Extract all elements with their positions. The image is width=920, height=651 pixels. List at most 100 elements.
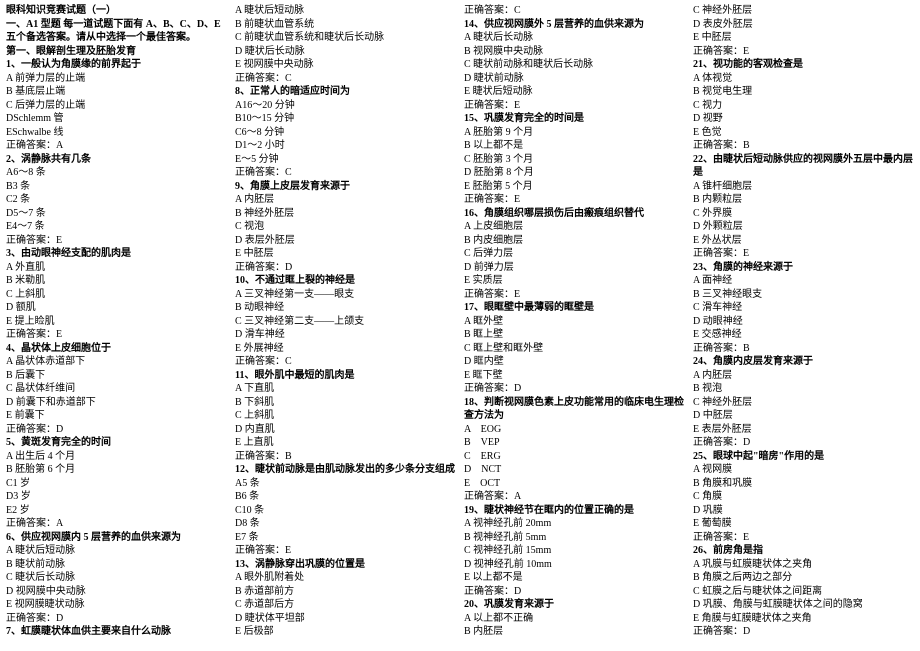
option-or-answer-line: C 视神经孔前 15mm <box>464 544 685 558</box>
option-or-answer-line: ESchwalbe 线 <box>6 126 227 140</box>
option-or-answer-line: C 后弹力层 <box>464 247 685 261</box>
option-or-answer-line: C 神经外胚层 <box>693 396 914 410</box>
option-or-answer-line: B 内皮细胞层 <box>464 234 685 248</box>
option-or-answer-line: D 滑车神经 <box>235 328 456 342</box>
option-or-answer-line: D 胚胎第 8 个月 <box>464 166 685 180</box>
option-or-answer-line: E 胚胎第 5 个月 <box>464 180 685 194</box>
question-or-heading-line: 3、由动眼神经支配的肌肉是 <box>6 247 227 261</box>
option-or-answer-line: E 中胚层 <box>235 247 456 261</box>
option-or-answer-line: C 角膜 <box>693 490 914 504</box>
option-or-answer-line: 正确答案：D <box>6 612 227 626</box>
option-or-answer-line: B 基底层止端 <box>6 85 227 99</box>
option-or-answer-line: E 以上都不是 <box>464 571 685 585</box>
question-or-heading-line: 15、巩膜发育完全的时间是 <box>464 112 685 126</box>
question-or-heading-line: 17、眼眶壁中最薄弱的眶壁是 <box>464 301 685 315</box>
option-or-answer-line: D 睫状前动脉 <box>464 72 685 86</box>
option-or-answer-line: A 晶状体赤道部下 <box>6 355 227 369</box>
option-or-answer-line: D 巩膜 <box>693 504 914 518</box>
option-or-answer-line: B 内胚层 <box>464 625 685 639</box>
option-or-answer-line: A 上皮细胞层 <box>464 220 685 234</box>
exam-document-page: 眼科知识竞赛试题（一）一、A1 型题 每一道试题下面有 A、B、C、D、E 五个… <box>0 0 920 651</box>
option-or-answer-line: 正确答案：C <box>235 166 456 180</box>
option-or-answer-line: C 上斜肌 <box>6 288 227 302</box>
option-or-answer-line: C6～8 分钟 <box>235 126 456 140</box>
question-or-heading-line: 4、晶状体上皮细胞位于 <box>6 342 227 356</box>
option-or-answer-line: A EOG <box>464 423 685 437</box>
option-or-answer-line: A 巩膜与虹膜睫状体之夹角 <box>693 558 914 572</box>
option-or-answer-line: C 视泡 <box>235 220 456 234</box>
option-or-answer-line: A 睫状后短动脉 <box>6 544 227 558</box>
option-or-answer-line: A6～8 条 <box>6 166 227 180</box>
option-or-answer-line: 正确答案：E <box>235 544 456 558</box>
option-or-answer-line: 正确答案：E <box>693 531 914 545</box>
option-or-answer-line: C 滑车神经 <box>693 301 914 315</box>
option-or-answer-line: C 赤道部后方 <box>235 598 456 612</box>
option-or-answer-line: B 赤道部前方 <box>235 585 456 599</box>
option-or-answer-line: C 上斜肌 <box>235 409 456 423</box>
option-or-answer-line: C ERG <box>464 450 685 464</box>
option-or-answer-line: D 额肌 <box>6 301 227 315</box>
option-or-answer-line: 正确答案：D <box>6 423 227 437</box>
option-or-answer-line: D3 岁 <box>6 490 227 504</box>
option-or-answer-line: C2 条 <box>6 193 227 207</box>
option-or-answer-line: E 外展神经 <box>235 342 456 356</box>
option-or-answer-line: D 表层外胚层 <box>235 234 456 248</box>
option-or-answer-line: B3 条 <box>6 180 227 194</box>
option-or-answer-line: E 角膜与虹膜睫状体之夹角 <box>693 612 914 626</box>
question-or-heading-line: 眼科知识竞赛试题（一） <box>6 4 227 18</box>
question-or-heading-line: 21、视功能的客观检查是 <box>693 58 914 72</box>
option-or-answer-line: C 胚胎第 3 个月 <box>464 153 685 167</box>
option-or-answer-line: A 前弹力层的止端 <box>6 72 227 86</box>
option-or-answer-line: 正确答案：E <box>693 247 914 261</box>
option-or-answer-line: D 外颗粒层 <box>693 220 914 234</box>
option-or-answer-line: B10～15 分钟 <box>235 112 456 126</box>
option-or-answer-line: 正确答案：B <box>693 342 914 356</box>
option-or-answer-line: 正确答案：C <box>235 355 456 369</box>
option-or-answer-line: B 视觉电生理 <box>693 85 914 99</box>
question-or-heading-line: 22、由睫状后短动脉供应的视网膜外五层中最内层是 <box>693 153 914 180</box>
option-or-answer-line: D 内直肌 <box>235 423 456 437</box>
option-or-answer-line: 正确答案：E <box>464 288 685 302</box>
option-or-answer-line: A 视神经孔前 20mm <box>464 517 685 531</box>
option-or-answer-line: 正确答案：E <box>464 99 685 113</box>
option-or-answer-line: 正确答案：D <box>464 585 685 599</box>
option-or-answer-line: C 睫状前动脉和睫状后长动脉 <box>464 58 685 72</box>
question-or-heading-line: 25、眼球中起"暗房"作用的是 <box>693 450 914 464</box>
option-or-answer-line: B 下斜肌 <box>235 396 456 410</box>
option-or-answer-line: B 动眼神经 <box>235 301 456 315</box>
option-or-answer-line: C 虹膜之后与睫状体之间距离 <box>693 585 914 599</box>
option-or-answer-line: D 前囊下和赤道部下 <box>6 396 227 410</box>
option-or-answer-line: A 面神经 <box>693 274 914 288</box>
option-or-answer-line: B 以上都不是 <box>464 139 685 153</box>
question-or-heading-line: 8、正常人的暗适应时间为 <box>235 85 456 99</box>
option-or-answer-line: C 前睫状血管系统和睫状后长动脉 <box>235 31 456 45</box>
option-or-answer-line: 正确答案：D <box>693 436 914 450</box>
option-or-answer-line: 正确答案：A <box>6 517 227 531</box>
option-or-answer-line: E2 岁 <box>6 504 227 518</box>
question-or-heading-line: 19、睫状神经节在眶内的位置正确的是 <box>464 504 685 518</box>
option-or-answer-line: E 视网膜中央动脉 <box>235 58 456 72</box>
option-or-answer-line: E 色觉 <box>693 126 914 140</box>
option-or-answer-line: E～5 分钟 <box>235 153 456 167</box>
question-or-heading-line: 11、眼外肌中最短的肌肉是 <box>235 369 456 383</box>
option-or-answer-line: A 眶外壁 <box>464 315 685 329</box>
option-or-answer-line: 正确答案：E <box>693 45 914 59</box>
option-or-answer-line: 正确答案：B <box>693 139 914 153</box>
option-or-answer-line: D 前弹力层 <box>464 261 685 275</box>
option-or-answer-line: A 出生后 4 个月 <box>6 450 227 464</box>
option-or-answer-line: A 外直肌 <box>6 261 227 275</box>
option-or-answer-line: 正确答案：E <box>464 193 685 207</box>
option-or-answer-line: E 前囊下 <box>6 409 227 423</box>
option-or-answer-line: B 米勒肌 <box>6 274 227 288</box>
option-or-answer-line: A 体视觉 <box>693 72 914 86</box>
question-or-heading-line: 18、判断视网膜色素上皮功能常用的临床电生理检查方法为 <box>464 396 685 423</box>
option-or-answer-line: E 中胚层 <box>693 31 914 45</box>
option-or-answer-line: D5～7 条 <box>6 207 227 221</box>
option-or-answer-line: D NCT <box>464 463 685 477</box>
option-or-answer-line: D 表皮外胚层 <box>693 18 914 32</box>
option-or-answer-line: 正确答案：E <box>6 234 227 248</box>
question-or-heading-line: 26、前房角是指 <box>693 544 914 558</box>
question-or-heading-line: 第一、眼解剖生理及胚胎发育 <box>6 45 227 59</box>
option-or-answer-line: B 内颗粒层 <box>693 193 914 207</box>
option-or-answer-line: E 表层外胚层 <box>693 423 914 437</box>
